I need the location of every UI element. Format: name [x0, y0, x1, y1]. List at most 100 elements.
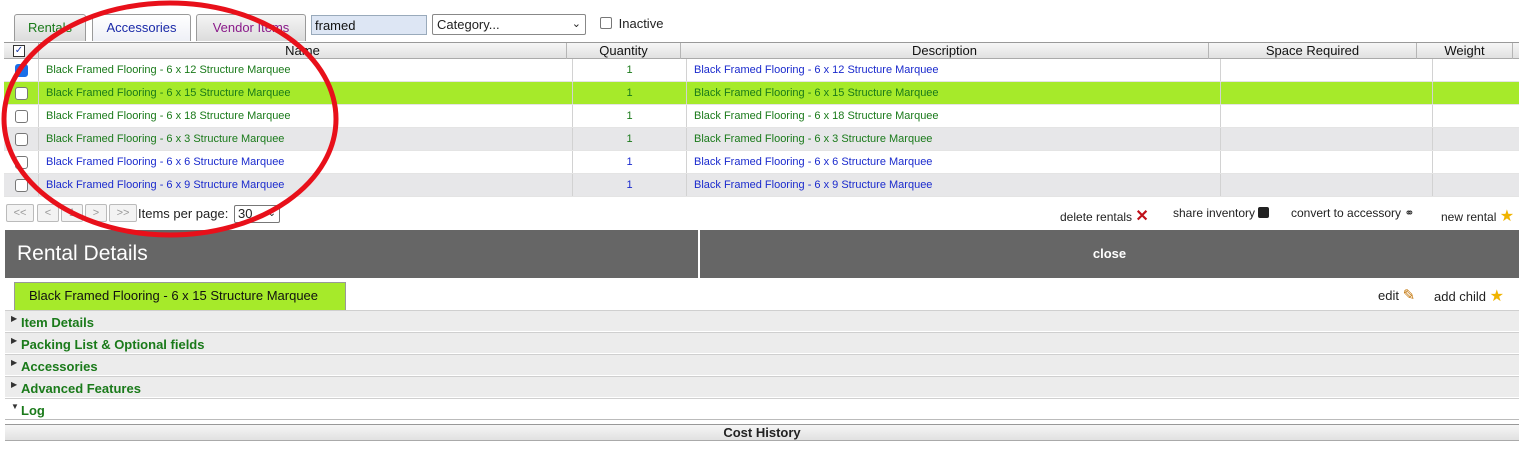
- row-description: Black Framed Flooring - 6 x 18 Structure…: [687, 105, 1221, 127]
- cost-history-header: Cost History: [5, 424, 1519, 441]
- star-icon: ★: [1489, 288, 1505, 305]
- first-page-button[interactable]: <<: [6, 204, 34, 222]
- items-per-page-value: 30: [238, 206, 253, 221]
- row-weight: [1433, 105, 1519, 127]
- row-checkbox[interactable]: [15, 133, 28, 146]
- chevron-down-icon: ⌄: [267, 208, 276, 219]
- section-item-details[interactable]: ▶ Item Details: [5, 310, 1519, 332]
- row-weight: [1433, 128, 1519, 150]
- row-name[interactable]: Black Framed Flooring - 6 x 12 Structure…: [39, 59, 573, 81]
- section-packing-list[interactable]: ▶ Packing List & Optional fields: [5, 332, 1519, 354]
- table-row[interactable]: Black Framed Flooring - 6 x 6 Structure …: [4, 151, 1519, 174]
- add-child-label: add child: [1434, 289, 1487, 304]
- row-space-required: [1221, 151, 1433, 173]
- category-select[interactable]: Category... ⌄: [432, 14, 586, 35]
- section-label: Item Details: [21, 315, 94, 330]
- row-name[interactable]: Black Framed Flooring - 6 x 18 Structure…: [39, 105, 573, 127]
- convert-to-accessory-button[interactable]: convert to accessory ⚭: [1291, 206, 1414, 220]
- row-checkbox[interactable]: [15, 87, 28, 100]
- selected-item-tab[interactable]: Black Framed Flooring - 6 x 15 Structure…: [14, 282, 346, 310]
- row-weight: [1433, 82, 1519, 104]
- select-all-checkbox[interactable]: ✓: [13, 45, 25, 57]
- row-weight: [1433, 151, 1519, 173]
- items-per-page-label: Items per page:: [138, 206, 229, 221]
- items-per-page-select[interactable]: 30 ⌄: [234, 205, 280, 223]
- detail-sections: ▶ Item Details ▶ Packing List & Optional…: [5, 310, 1519, 420]
- table-row[interactable]: Black Framed Flooring - 6 x 3 Structure …: [4, 128, 1519, 151]
- row-name[interactable]: Black Framed Flooring - 6 x 15 Structure…: [39, 82, 573, 104]
- triangle-right-icon: ▶: [11, 314, 18, 323]
- row-description: Black Framed Flooring - 6 x 9 Structure …: [687, 174, 1221, 196]
- inactive-checkbox[interactable]: [600, 17, 612, 29]
- row-space-required: [1221, 105, 1433, 127]
- share-inventory-label: share inventory: [1173, 206, 1256, 220]
- rentals-table: ✓ Name Quantity Description Space Requir…: [4, 42, 1519, 197]
- row-weight: [1433, 59, 1519, 81]
- table-row[interactable]: Black Framed Flooring - 6 x 12 Structure…: [4, 59, 1519, 82]
- table-row[interactable]: Black Framed Flooring - 6 x 15 Structure…: [4, 82, 1519, 105]
- row-quantity: 1: [573, 151, 687, 173]
- section-label: Log: [21, 403, 45, 418]
- delete-x-icon: ✕: [1135, 208, 1149, 225]
- inactive-toggle[interactable]: Inactive: [600, 15, 663, 33]
- row-quantity: 1: [573, 59, 687, 81]
- triangle-down-icon: ▼: [11, 402, 19, 411]
- row-description: Black Framed Flooring - 6 x 15 Structure…: [687, 82, 1221, 104]
- prev-page-button[interactable]: <: [37, 204, 59, 222]
- row-name[interactable]: Black Framed Flooring - 6 x 9 Structure …: [39, 174, 573, 196]
- chevron-down-icon: ⌄: [571, 18, 581, 30]
- row-space-required: [1221, 59, 1433, 81]
- tab-rentals[interactable]: Rentals: [14, 14, 86, 41]
- row-space-required: [1221, 174, 1433, 196]
- row-name[interactable]: Black Framed Flooring - 6 x 6 Structure …: [39, 151, 573, 173]
- close-button[interactable]: close: [700, 230, 1519, 278]
- row-space-required: [1221, 128, 1433, 150]
- table-row[interactable]: Black Framed Flooring - 6 x 18 Structure…: [4, 105, 1519, 128]
- category-selected-value: Category...: [437, 17, 500, 32]
- inactive-label: Inactive: [618, 16, 664, 31]
- last-page-button[interactable]: >>: [109, 204, 137, 222]
- section-log[interactable]: ▼ Log: [5, 398, 1519, 420]
- row-checkbox[interactable]: [15, 156, 28, 169]
- pencil-icon: ✎: [1402, 287, 1416, 304]
- table-row[interactable]: Black Framed Flooring - 6 x 9 Structure …: [4, 174, 1519, 197]
- section-advanced-features[interactable]: ▶ Advanced Features: [5, 376, 1519, 398]
- delete-rentals-label: delete rentals: [1060, 210, 1133, 224]
- search-input[interactable]: [311, 15, 427, 35]
- delete-rentals-button[interactable]: delete rentals ✕: [1060, 206, 1149, 226]
- share-icon: [1258, 207, 1270, 218]
- share-inventory-button[interactable]: share inventory: [1173, 206, 1270, 220]
- section-label: Packing List & Optional fields: [21, 337, 205, 352]
- row-select-cell: [4, 82, 39, 104]
- row-quantity: 1: [573, 174, 687, 196]
- edit-button[interactable]: edit ✎: [1378, 286, 1415, 304]
- row-quantity: 1: [573, 82, 687, 104]
- new-rental-button[interactable]: new rental ★: [1441, 206, 1514, 226]
- triangle-right-icon: ▶: [11, 358, 18, 367]
- section-accessories[interactable]: ▶ Accessories: [5, 354, 1519, 376]
- tab-accessories[interactable]: Accessories: [92, 14, 191, 41]
- header-select-all[interactable]: ✓: [4, 43, 39, 59]
- column-header-name[interactable]: Name: [39, 43, 567, 59]
- row-select-cell: [4, 59, 39, 81]
- row-checkbox[interactable]: [15, 179, 28, 192]
- row-select-cell: [4, 174, 39, 196]
- row-description: Black Framed Flooring - 6 x 3 Structure …: [687, 128, 1221, 150]
- column-header-space-required[interactable]: Space Required: [1209, 43, 1417, 59]
- page-number[interactable]: 1: [61, 204, 83, 222]
- row-description: Black Framed Flooring - 6 x 6 Structure …: [687, 151, 1221, 173]
- edit-label: edit: [1378, 288, 1399, 303]
- row-checkbox[interactable]: [15, 110, 28, 123]
- row-select-cell: [4, 151, 39, 173]
- add-child-button[interactable]: add child ★: [1434, 286, 1504, 306]
- row-checkbox[interactable]: [15, 64, 28, 77]
- triangle-right-icon: ▶: [11, 336, 18, 345]
- column-header-weight[interactable]: Weight: [1417, 43, 1513, 59]
- tab-vendor-items[interactable]: Vendor Items: [196, 14, 306, 41]
- star-icon: ★: [1499, 208, 1515, 225]
- row-name[interactable]: Black Framed Flooring - 6 x 3 Structure …: [39, 128, 573, 150]
- column-header-description[interactable]: Description: [681, 43, 1209, 59]
- row-space-required: [1221, 82, 1433, 104]
- column-header-quantity[interactable]: Quantity: [567, 43, 681, 59]
- next-page-button[interactable]: >: [85, 204, 107, 222]
